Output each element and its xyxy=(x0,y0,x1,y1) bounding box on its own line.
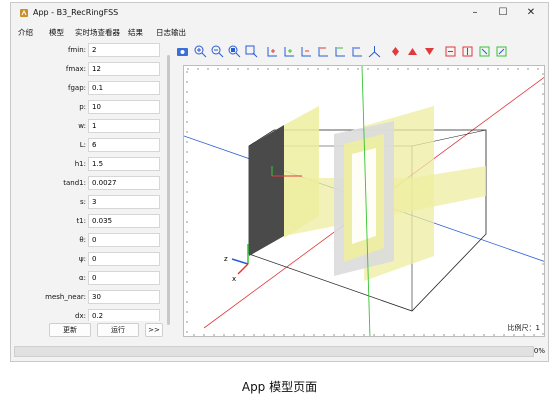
param-input[interactable] xyxy=(88,157,160,171)
view-x-icon[interactable] xyxy=(266,45,279,58)
menu-item-model[interactable]: 模型 xyxy=(49,27,64,38)
view-y-icon[interactable] xyxy=(283,45,296,58)
param-row: α: xyxy=(16,271,168,286)
triad-x-label: x xyxy=(232,275,236,283)
arrange-icon[interactable] xyxy=(444,45,457,58)
param-row: tand1: xyxy=(16,176,168,191)
axes-icon[interactable] xyxy=(368,45,381,58)
param-row: fmin: xyxy=(16,43,168,58)
align-icon[interactable] xyxy=(495,45,508,58)
param-input[interactable] xyxy=(88,309,160,321)
param-row: fmax: xyxy=(16,62,168,77)
param-row: s: xyxy=(16,195,168,210)
param-input[interactable] xyxy=(88,176,160,190)
model-scene: z x xyxy=(184,66,544,336)
param-label: h1: xyxy=(74,160,86,168)
scale-label: 比例尺：1 xyxy=(507,324,540,332)
parameter-panel: fmin: fmax: fgap: p: w: L: h1: tand1: xyxy=(16,43,168,321)
param-label: w: xyxy=(78,122,86,130)
more-button[interactable]: >> xyxy=(145,323,163,337)
param-label: L: xyxy=(79,141,86,149)
back-face xyxy=(249,125,284,256)
param-label: θ: xyxy=(79,236,86,244)
param-row: p: xyxy=(16,100,168,115)
param-label: fmax: xyxy=(65,65,86,73)
triangle-up-icon[interactable] xyxy=(406,45,419,58)
param-label: s: xyxy=(79,198,86,206)
param-label: ψ: xyxy=(79,255,86,263)
param-row: dx: xyxy=(16,309,168,321)
figure-caption: App 模型页面 xyxy=(241,380,318,394)
param-label: mesh_near: xyxy=(45,293,86,301)
flip-icon[interactable] xyxy=(461,45,474,58)
param-label: α: xyxy=(79,274,86,282)
param-input[interactable] xyxy=(88,233,160,247)
param-row: ψ: xyxy=(16,252,168,267)
triad-x xyxy=(237,263,249,275)
param-input[interactable] xyxy=(88,271,160,285)
progress-bar xyxy=(14,346,534,357)
param-input[interactable] xyxy=(88,214,160,228)
app-window: App - B3_RecRingFSS – ☐ ✕ 介绍 模型 实时场查看器 结… xyxy=(10,2,549,362)
menu-item-results[interactable]: 结果 xyxy=(128,27,143,38)
param-row: h1: xyxy=(16,157,168,172)
zoom-in-icon[interactable] xyxy=(194,45,207,58)
param-row: mesh_near: xyxy=(16,290,168,305)
close-button[interactable]: ✕ xyxy=(520,6,542,20)
param-input[interactable] xyxy=(88,138,160,152)
menu-bar: 介绍 模型 实时场查看器 结果 日志输出 xyxy=(11,25,548,39)
param-label: p: xyxy=(79,103,86,111)
view-neg-y-icon[interactable] xyxy=(334,45,347,58)
param-row: w: xyxy=(16,119,168,134)
param-input[interactable] xyxy=(88,195,160,209)
param-row: θ: xyxy=(16,233,168,248)
param-input[interactable] xyxy=(88,43,160,57)
view-z-icon[interactable] xyxy=(300,45,313,58)
param-label: t1: xyxy=(76,217,86,225)
rotate-icon[interactable] xyxy=(389,45,402,58)
param-input[interactable] xyxy=(88,100,160,114)
param-input[interactable] xyxy=(88,290,160,304)
param-label: fmin: xyxy=(67,46,86,54)
update-button[interactable]: 更新 xyxy=(49,323,91,337)
app-icon xyxy=(20,9,28,17)
zoom-out-icon[interactable] xyxy=(211,45,224,58)
zoom-box-icon[interactable] xyxy=(228,45,241,58)
zoom-extents-icon[interactable] xyxy=(245,45,258,58)
mirror-icon[interactable] xyxy=(478,45,491,58)
run-button[interactable]: 运行 xyxy=(97,323,139,337)
param-input[interactable] xyxy=(88,252,160,266)
menu-item-intro[interactable]: 介绍 xyxy=(18,27,33,38)
title-bar: App - B3_RecRingFSS – ☐ ✕ xyxy=(11,3,548,23)
camera-icon[interactable] xyxy=(176,45,189,58)
window-title: App - B3_RecRingFSS xyxy=(33,8,119,17)
param-input[interactable] xyxy=(88,81,160,95)
viewer-toolbar xyxy=(176,43,548,61)
param-label: dx: xyxy=(75,312,86,320)
model-viewer[interactable]: z x 比例尺：1 xyxy=(183,65,545,337)
ring-hole xyxy=(352,148,376,244)
param-row: t1: xyxy=(16,214,168,229)
triangle-down-icon[interactable] xyxy=(423,45,436,58)
menu-item-log[interactable]: 日志输出 xyxy=(156,27,186,38)
view-neg-x-icon[interactable] xyxy=(317,45,330,58)
param-label: fgap: xyxy=(68,84,86,92)
view-neg-z-icon[interactable] xyxy=(351,45,364,58)
triad-z xyxy=(231,258,249,265)
param-row: fgap: xyxy=(16,81,168,96)
param-row: L: xyxy=(16,138,168,153)
param-input[interactable] xyxy=(88,62,160,76)
minimize-button[interactable]: – xyxy=(464,6,486,20)
progress-text: 0% xyxy=(533,347,545,355)
param-label: tand1: xyxy=(63,179,86,187)
menu-item-field-viewer[interactable]: 实时场查看器 xyxy=(75,27,120,38)
parameter-scrollbar[interactable] xyxy=(167,55,170,325)
maximize-button[interactable]: ☐ xyxy=(492,6,514,20)
triad-z-label: z xyxy=(224,255,228,263)
param-input[interactable] xyxy=(88,119,160,133)
